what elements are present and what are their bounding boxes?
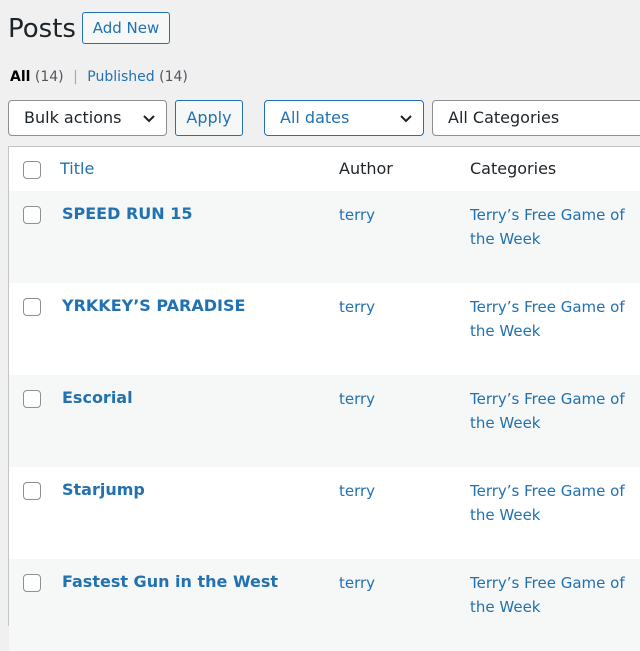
post-title-link[interactable]: SPEED RUN 15 (62, 202, 193, 226)
row-checkbox[interactable] (23, 574, 41, 592)
post-author-link[interactable]: terry (339, 295, 375, 319)
view-all-link[interactable]: All (10, 69, 30, 85)
category-filter-value: All Categories (448, 108, 560, 127)
row-checkbox[interactable] (23, 390, 41, 408)
table-row: Fastest Gun in the West terry Terry’s Fr… (9, 559, 640, 651)
category-filter-select[interactable]: All Categories (432, 100, 640, 136)
post-category-link[interactable]: Terry’s Free Game of the Week (470, 295, 630, 343)
row-checkbox[interactable] (23, 206, 41, 224)
post-title-link[interactable]: Escorial (62, 386, 133, 410)
row-checkbox[interactable] (23, 482, 41, 500)
post-author-link[interactable]: terry (339, 203, 375, 227)
post-category-link[interactable]: Terry’s Free Game of the Week (470, 203, 630, 251)
table-row: Starjump terry Terry’s Free Game of the … (9, 467, 640, 559)
post-category-link[interactable]: Terry’s Free Game of the Week (470, 571, 630, 619)
column-title-header[interactable]: Title (60, 158, 94, 180)
table-row: SPEED RUN 15 terry Terry’s Free Game of … (9, 191, 640, 283)
add-new-button[interactable]: Add New (82, 12, 170, 44)
page-title: Posts (8, 14, 76, 44)
view-published-count: (14) (159, 69, 188, 85)
post-author-link[interactable]: terry (339, 479, 375, 503)
post-author-link[interactable]: terry (339, 571, 375, 595)
table-header: Title Author Categories (9, 147, 640, 192)
date-filter-select[interactable]: All dates (264, 100, 424, 136)
chevron-down-icon (143, 115, 155, 123)
chevron-down-icon (400, 115, 412, 123)
post-title-link[interactable]: Starjump (62, 478, 145, 502)
post-status-filters: All (14) | Published (14) (10, 67, 188, 87)
post-category-link[interactable]: Terry’s Free Game of the Week (470, 387, 630, 435)
view-all-count: (14) (34, 69, 64, 85)
post-title-link[interactable]: YRKKEY’S PARADISE (62, 294, 245, 318)
date-filter-value: All dates (280, 108, 350, 127)
view-published-link[interactable]: Published (87, 69, 154, 85)
post-category-link[interactable]: Terry’s Free Game of the Week (470, 479, 630, 527)
post-author-link[interactable]: terry (339, 387, 375, 411)
posts-table: Title Author Categories SPEED RUN 15 ter… (8, 146, 640, 651)
view-separator: | (73, 69, 78, 85)
bulk-actions-value: Bulk actions (24, 108, 122, 127)
table-row: YRKKEY’S PARADISE terry Terry’s Free Gam… (9, 283, 640, 375)
select-all-checkbox[interactable] (23, 161, 41, 179)
row-checkbox[interactable] (23, 298, 41, 316)
column-author-header: Author (339, 159, 393, 178)
table-row: Escorial terry Terry’s Free Game of the … (9, 375, 640, 467)
apply-button[interactable]: Apply (175, 100, 243, 136)
column-categories-header: Categories (470, 159, 557, 178)
post-title-link[interactable]: Fastest Gun in the West (62, 570, 278, 594)
bulk-actions-select[interactable]: Bulk actions (8, 100, 167, 136)
